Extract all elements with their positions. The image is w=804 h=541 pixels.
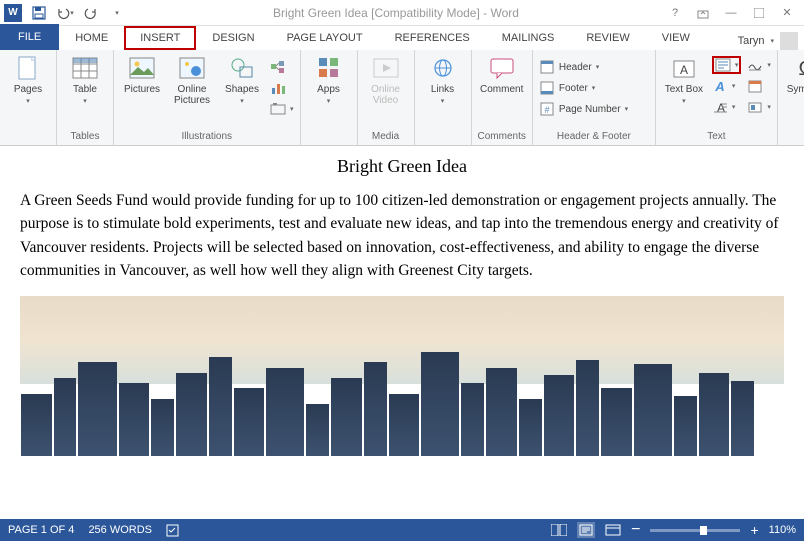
object-icon bbox=[747, 99, 763, 115]
header-button[interactable]: Header ▾ bbox=[539, 58, 649, 76]
group-header-footer: Header ▾ Footer ▾ #Page Number ▾ Header … bbox=[533, 50, 656, 145]
smartart-button[interactable] bbox=[270, 58, 294, 76]
quick-parts-button[interactable]: ▾ bbox=[712, 56, 742, 74]
read-mode-icon[interactable] bbox=[551, 524, 567, 536]
web-layout-icon[interactable] bbox=[605, 524, 621, 536]
chevron-down-icon[interactable]: ▾ bbox=[770, 37, 774, 45]
group-text: A Text Box ▾ ▾ A▾ A▾ ▾ ▾ Text bbox=[656, 50, 778, 145]
document-body: A Green Seeds Fund would provide funding… bbox=[20, 189, 784, 282]
text-box-button[interactable]: A Text Box ▾ bbox=[662, 54, 706, 106]
document-area[interactable]: Bright Green Idea A Green Seeds Fund wou… bbox=[0, 146, 804, 519]
svg-text:Ω: Ω bbox=[798, 58, 804, 79]
apps-button[interactable]: Apps▾ bbox=[307, 54, 351, 106]
svg-text:A: A bbox=[680, 63, 688, 77]
chart-button[interactable] bbox=[270, 79, 294, 97]
page-number-button[interactable]: #Page Number ▾ bbox=[539, 100, 649, 118]
group-label-text: Text bbox=[707, 129, 725, 145]
table-button[interactable]: Table▾ bbox=[63, 54, 107, 106]
comment-button[interactable]: Comment bbox=[480, 54, 524, 95]
save-button[interactable] bbox=[28, 2, 50, 24]
svg-text:A: A bbox=[714, 79, 724, 93]
title-bar: W ▾ ▾ Bright Green Idea [Compatibility M… bbox=[0, 0, 804, 26]
group-label-headerfooter: Header & Footer bbox=[557, 129, 631, 145]
pages-button[interactable]: Pages▾ bbox=[6, 54, 50, 106]
ribbon-options-icon[interactable] bbox=[692, 2, 714, 24]
online-pictures-button[interactable]: Online Pictures bbox=[170, 54, 214, 106]
undo-button[interactable]: ▾ bbox=[54, 2, 76, 24]
user-name[interactable]: Taryn bbox=[738, 35, 765, 47]
smartart-icon bbox=[270, 59, 286, 75]
online-video-button: Online Video bbox=[364, 54, 408, 106]
group-illustrations: Pictures Online Pictures Shapes▾ ▾ Illus… bbox=[114, 50, 301, 145]
wordart-button[interactable]: A▾ bbox=[712, 77, 742, 95]
maximize-button[interactable] bbox=[748, 2, 770, 24]
tab-mailings[interactable]: MAILINGS bbox=[486, 26, 571, 50]
document-title: Bright Green Idea bbox=[20, 156, 784, 177]
document-image[interactable] bbox=[20, 296, 784, 456]
ribbon-tabs: FILE HOME INSERT DESIGN PAGE LAYOUT REFE… bbox=[0, 26, 804, 50]
page-number-icon: # bbox=[539, 101, 555, 117]
group-label-comments: Comments bbox=[478, 129, 526, 145]
window-title: Bright Green Idea [Compatibility Mode] -… bbox=[128, 6, 664, 20]
signature-icon bbox=[747, 57, 763, 73]
tab-review[interactable]: REVIEW bbox=[570, 26, 645, 50]
tab-insert[interactable]: INSERT bbox=[124, 26, 196, 50]
chart-icon bbox=[270, 80, 286, 96]
group-apps: Apps▾ bbox=[301, 50, 358, 145]
group-pages: Pages▾ bbox=[0, 50, 57, 145]
ribbon: Pages▾ Table▾ Tables Pictures Online Pic… bbox=[0, 50, 804, 146]
tab-references[interactable]: REFERENCES bbox=[379, 26, 486, 50]
close-button[interactable]: ✕ bbox=[776, 2, 798, 24]
quick-access-toolbar: W ▾ ▾ bbox=[0, 2, 128, 24]
group-label-media: Media bbox=[372, 129, 399, 145]
group-comments: Comment Comments bbox=[472, 50, 533, 145]
header-icon bbox=[539, 59, 555, 75]
word-count[interactable]: 256 WORDS bbox=[88, 524, 152, 536]
zoom-level[interactable]: 110% bbox=[769, 524, 796, 536]
status-bar: PAGE 1 OF 4 256 WORDS − + 110% bbox=[0, 519, 804, 541]
group-links: Links▾ bbox=[415, 50, 472, 145]
wordart-icon: A bbox=[712, 78, 728, 94]
tab-file[interactable]: FILE bbox=[0, 24, 59, 50]
help-icon[interactable]: ? bbox=[664, 2, 686, 24]
svg-text:#: # bbox=[544, 105, 549, 115]
symbols-button[interactable]: Ω Symbols▾ bbox=[784, 54, 804, 106]
print-layout-icon[interactable] bbox=[577, 522, 595, 538]
footer-icon bbox=[539, 80, 555, 96]
zoom-out-button[interactable]: − bbox=[631, 521, 640, 539]
group-media: Online Video Media bbox=[358, 50, 415, 145]
shapes-button[interactable]: Shapes▾ bbox=[220, 54, 264, 106]
group-tables: Table▾ Tables bbox=[57, 50, 114, 145]
drop-cap-button[interactable]: A▾ bbox=[712, 98, 742, 116]
qat-customize[interactable]: ▾ bbox=[106, 2, 128, 24]
group-label-tables: Tables bbox=[71, 129, 100, 145]
zoom-in-button[interactable]: + bbox=[750, 522, 758, 538]
object-button[interactable]: ▾ bbox=[747, 98, 771, 116]
zoom-slider[interactable] bbox=[650, 529, 740, 532]
tab-home[interactable]: HOME bbox=[59, 26, 124, 50]
spellcheck-icon[interactable] bbox=[166, 523, 182, 537]
screenshot-button[interactable]: ▾ bbox=[270, 100, 294, 118]
group-symbols: Ω Symbols▾ bbox=[778, 50, 804, 145]
page-indicator[interactable]: PAGE 1 OF 4 bbox=[8, 524, 74, 536]
footer-button[interactable]: Footer ▾ bbox=[539, 79, 649, 97]
window-controls: ? — ✕ bbox=[664, 2, 804, 24]
signature-line-button[interactable]: ▾ bbox=[747, 56, 771, 74]
pictures-button[interactable]: Pictures bbox=[120, 54, 164, 95]
tab-design[interactable]: DESIGN bbox=[196, 26, 270, 50]
screenshot-icon bbox=[270, 101, 286, 117]
minimize-button[interactable]: — bbox=[720, 2, 742, 24]
date-time-icon bbox=[747, 78, 763, 94]
avatar[interactable] bbox=[780, 32, 798, 50]
word-app-icon[interactable]: W bbox=[2, 2, 24, 24]
links-button[interactable]: Links▾ bbox=[421, 54, 465, 106]
quick-parts-icon bbox=[715, 57, 731, 73]
redo-button[interactable] bbox=[80, 2, 102, 24]
date-time-button[interactable] bbox=[747, 77, 771, 95]
group-label-illustrations: Illustrations bbox=[181, 129, 232, 145]
tab-view[interactable]: VIEW bbox=[646, 26, 706, 50]
tab-page-layout[interactable]: PAGE LAYOUT bbox=[271, 26, 379, 50]
drop-cap-icon: A bbox=[712, 99, 728, 115]
